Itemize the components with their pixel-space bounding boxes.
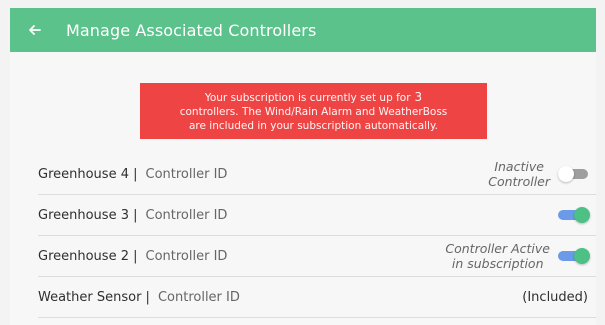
controller-id-label: Controller ID bbox=[145, 248, 228, 264]
controller-name: Greenhouse 4 | bbox=[38, 166, 138, 182]
subscription-count: 3 bbox=[414, 89, 423, 104]
page-title: Manage Associated Controllers bbox=[66, 20, 317, 40]
controller-row-greenhouse-2: Greenhouse 2 | Controller ID Controller … bbox=[38, 236, 596, 277]
controller-name: Greenhouse 2 | bbox=[38, 248, 138, 264]
included-label: (Included) bbox=[522, 289, 588, 305]
controller-id-label: Controller ID bbox=[157, 289, 240, 305]
controller-row-weather-sensor: Weather Sensor | Controller ID (Included… bbox=[38, 277, 596, 318]
content-panel: Your subscription is currently set up fo… bbox=[10, 52, 596, 325]
controller-name: Greenhouse 3 | bbox=[38, 207, 138, 223]
controller-toggle[interactable] bbox=[558, 166, 592, 182]
controller-name: Weather Sensor | bbox=[38, 289, 150, 305]
controller-status-line2: in subscription bbox=[451, 256, 544, 271]
back-button[interactable] bbox=[26, 21, 44, 39]
toggle-thumb bbox=[574, 248, 590, 264]
controller-status-line2: Controller bbox=[488, 174, 550, 189]
controller-status-area: Inactive Controller bbox=[488, 154, 592, 194]
controller-status-area: (Included) bbox=[522, 277, 592, 317]
subscription-notice-line2: controllers. The Wind/Rain Alarm and Wea… bbox=[179, 105, 448, 118]
arrow-left-icon bbox=[29, 25, 41, 35]
controller-toggle[interactable] bbox=[558, 248, 592, 264]
controller-row-greenhouse-3: Greenhouse 3 | Controller ID bbox=[38, 195, 596, 236]
controller-status-area bbox=[558, 195, 592, 235]
controller-list: Greenhouse 4 | Controller ID Inactive Co… bbox=[38, 154, 596, 318]
subscription-notice-text: Your subscription is currently set up fo… bbox=[204, 91, 411, 104]
controller-id-label: Controller ID bbox=[145, 166, 228, 182]
controller-id-label: Controller ID bbox=[145, 207, 228, 223]
toggle-thumb bbox=[574, 207, 590, 223]
controller-status-area: Controller Active in subscription bbox=[445, 236, 592, 276]
toggle-thumb bbox=[558, 166, 574, 182]
controller-status: Controller Active in subscription bbox=[445, 241, 550, 271]
app-bar: Manage Associated Controllers bbox=[10, 8, 596, 52]
controller-status-line1: Inactive bbox=[494, 159, 544, 174]
controller-status: Inactive Controller bbox=[488, 159, 550, 189]
controller-status-line1: Controller Active bbox=[445, 241, 550, 256]
subscription-notice-line3: are included in your subscription automa… bbox=[188, 119, 439, 132]
subscription-notice-line1: Your subscription is currently set up fo… bbox=[140, 90, 487, 105]
controller-toggle[interactable] bbox=[558, 207, 592, 223]
subscription-notice: Your subscription is currently set up fo… bbox=[140, 83, 487, 139]
controller-row-greenhouse-4: Greenhouse 4 | Controller ID Inactive Co… bbox=[38, 154, 596, 195]
manage-associated-controllers-screen: Manage Associated Controllers Your subsc… bbox=[0, 0, 605, 325]
